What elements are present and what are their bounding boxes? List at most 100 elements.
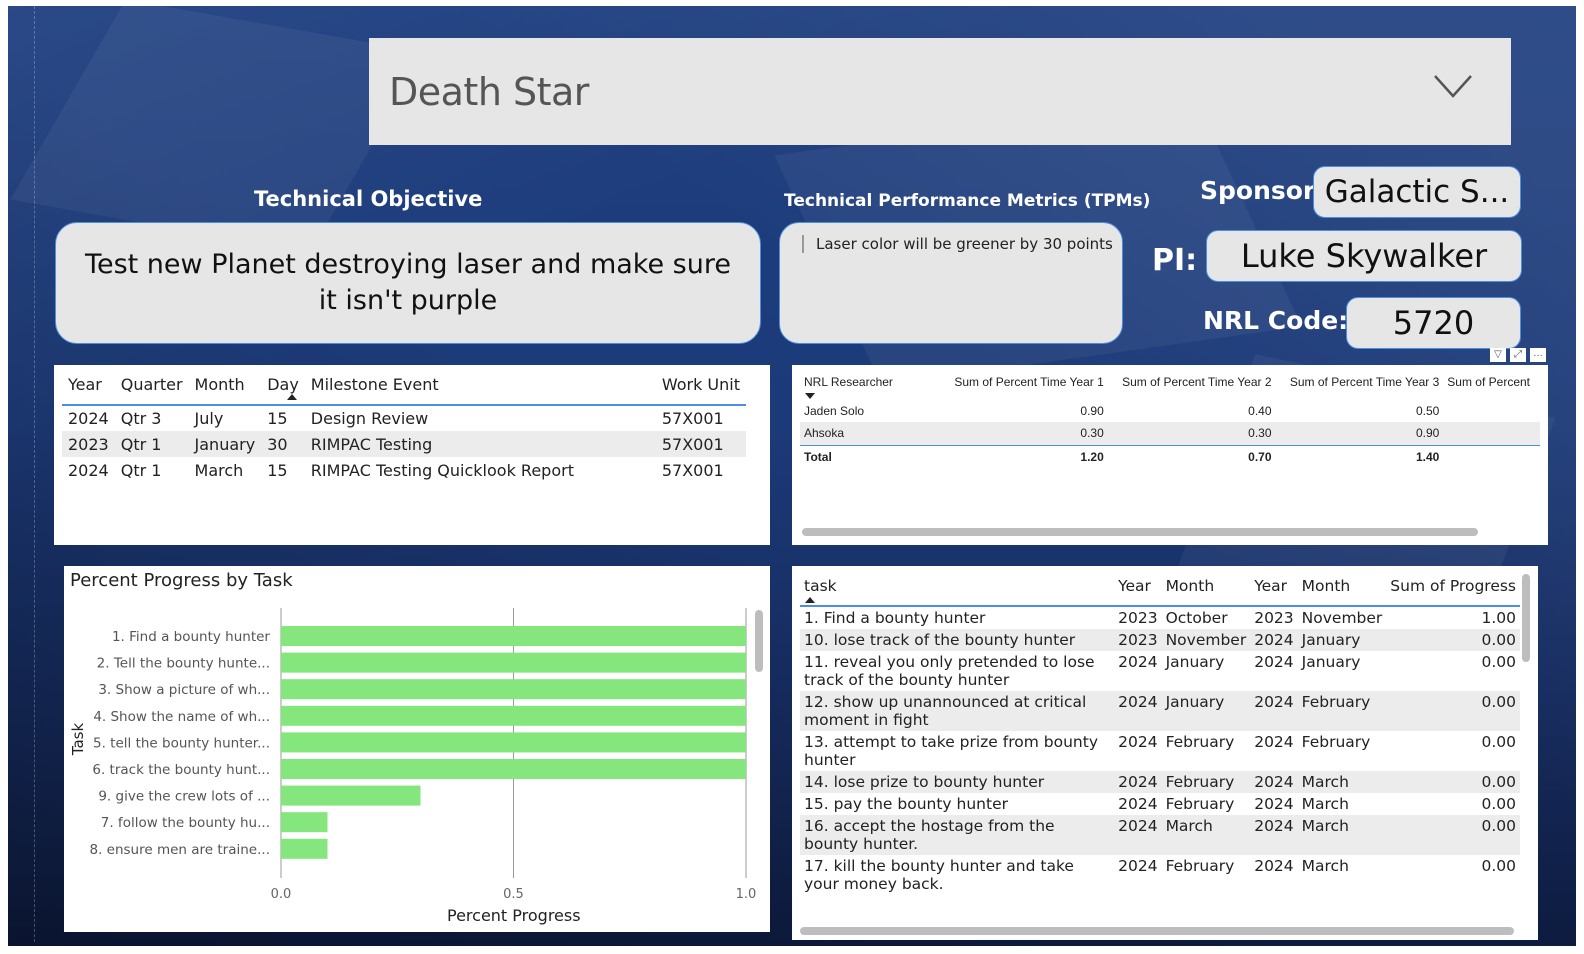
table-row[interactable]: 11. reveal you only pretended to lose tr… — [800, 651, 1520, 691]
cell-day: 30 — [261, 431, 305, 457]
cell-end-month: November — [1301, 609, 1383, 627]
y-category-label: 1. Find a bounty hunter — [112, 629, 270, 645]
nrl-code-label: NRL Code: — [1203, 306, 1349, 335]
table-row[interactable]: 15. pay the bounty hunter 2024 February 202… — [800, 793, 1520, 815]
progress-bar-chart: 0.0 0.5 1.0 1. Find a bounty hunter 2. Tell … — [89, 608, 757, 902]
table-row[interactable]: Ahsoka 0.30 0.30 0.90 — [800, 422, 1540, 445]
horizontal-scrollbar[interactable] — [800, 927, 1514, 935]
cell-start-year: 2024 — [1114, 691, 1162, 731]
horizontal-scrollbar[interactable] — [802, 528, 1478, 536]
sponsor-value: Galactic S... — [1324, 174, 1510, 210]
tpm-text: Laser color will be greener by 30 points — [802, 235, 1113, 253]
sponsor-label: Sponsor: — [1200, 176, 1326, 205]
cell-month: January — [188, 431, 262, 457]
cell-sum-of-progress: 0.00 — [1481, 795, 1516, 813]
table-row[interactable]: 2024 Qtr 1 March 15 RIMPAC Testing Quick… — [62, 457, 746, 483]
column-header-sum-of-percent[interactable]: Sum of Percent — [1443, 365, 1540, 399]
column-header-task[interactable]: task — [800, 566, 1114, 606]
focus-mode-icon[interactable]: ⤢ — [1510, 348, 1526, 362]
table-row[interactable]: 12. show up unannounced at critical mome… — [800, 691, 1520, 731]
column-header-end-year[interactable]: Year — [1250, 566, 1297, 606]
cell-year-1: 0.30 — [940, 422, 1108, 445]
cell-start-month: November — [1161, 629, 1251, 651]
column-header-end-month[interactable]: Month — [1298, 566, 1387, 606]
more-options-icon[interactable]: … — [1530, 348, 1546, 362]
cell-researcher: Jaden Solo — [804, 403, 865, 418]
bar[interactable] — [281, 785, 421, 806]
column-header-month[interactable]: Month — [189, 365, 262, 405]
bar[interactable] — [281, 759, 746, 779]
cell-start-month: February — [1165, 857, 1235, 875]
bar[interactable] — [281, 679, 746, 700]
cell-task: 15. pay the bounty hunter — [804, 795, 1008, 813]
cell-year-2: 0.30 — [1107, 422, 1276, 445]
bar[interactable] — [281, 652, 746, 673]
bar[interactable] — [281, 705, 746, 726]
total-year-1: 1.20 — [940, 444, 1108, 468]
filter-icon[interactable]: ▽ — [1490, 348, 1506, 362]
cell-start-year: 2024 — [1118, 857, 1158, 875]
researcher-table-panel: NRL Researcher Sum of Percent Time Year … — [792, 365, 1548, 545]
table-row[interactable]: 13. attempt to take prize from bounty hu… — [800, 731, 1520, 771]
x-tick-label: 1.0 — [736, 887, 757, 902]
chart-vertical-scrollbar[interactable] — [755, 610, 763, 672]
chevron-down-icon[interactable] — [1433, 66, 1473, 106]
cell-sum-of-percent — [1443, 422, 1540, 445]
sponsor-card: Galactic S... — [1313, 166, 1521, 218]
cell-quarter: Qtr 3 — [120, 409, 162, 428]
column-header-time-year-2[interactable]: Sum of Percent Time Year 2 — [1108, 365, 1276, 399]
cell-day: 15 — [267, 460, 288, 480]
column-header-start-year[interactable]: Year — [1114, 566, 1161, 606]
visual-header-toolbar: ▽ ⤢ … — [1490, 348, 1546, 362]
cell-start-year: 2024 — [1114, 815, 1162, 855]
bar[interactable] — [281, 626, 746, 646]
column-header-work-unit[interactable]: Work Unit — [656, 365, 746, 405]
sort-ascending-icon[interactable] — [287, 394, 297, 400]
column-header-sum-of-progress[interactable]: Sum of Progress — [1386, 566, 1520, 606]
cell-start-year: 2024 — [1118, 733, 1158, 751]
slicer-value: Death Star — [389, 69, 589, 114]
pi-card: Luke Skywalker — [1206, 230, 1522, 282]
sort-descending-icon[interactable] — [805, 393, 815, 399]
cell-start-month: January — [1161, 691, 1251, 731]
project-slicer-dropdown[interactable]: Death Star — [369, 38, 1511, 145]
vertical-scrollbar[interactable] — [1522, 574, 1530, 662]
y-category-label: 2. Tell the bounty hunte... — [97, 656, 270, 672]
cell-researcher: Ahsoka — [800, 422, 940, 445]
table-row[interactable]: 2024 Qtr 3 July 15 Design Review 57X001 — [62, 405, 746, 431]
table-row[interactable]: 1. Find a bounty hunter 2023 October 2023 No… — [800, 606, 1520, 629]
cell-quarter: Qtr 1 — [120, 460, 162, 480]
cell-sum-of-percent — [1443, 399, 1540, 422]
tpm-header: Technical Performance Metrics (TPMs) — [784, 191, 1151, 211]
table-row[interactable]: Jaden Solo 0.90 0.40 0.50 — [800, 399, 1540, 422]
cell-end-year: 2024 — [1254, 653, 1294, 671]
bar[interactable] — [281, 812, 328, 833]
table-row[interactable]: 17. kill the bounty hunter and take your… — [800, 855, 1520, 895]
column-header-day[interactable]: Day — [261, 365, 305, 405]
task-table: task Year Month Year Month Sum of Progre… — [800, 566, 1520, 895]
column-header-quarter[interactable]: Quarter — [115, 365, 189, 405]
cell-day: 15 — [267, 409, 288, 428]
cell-start-month: October — [1165, 609, 1228, 627]
cell-start-month: February — [1161, 771, 1251, 793]
y-category-label: 4. Show the name of wh... — [93, 709, 270, 725]
table-row[interactable]: 16. accept the hostage from the bounty h… — [800, 815, 1520, 855]
table-row[interactable]: 10. lose track of the bounty hunter 2023 N… — [800, 629, 1520, 651]
cell-month: July — [194, 409, 224, 428]
column-header-milestone-event[interactable]: Milestone Event — [305, 365, 656, 405]
cell-task: 12. show up unannounced at critical mome… — [800, 691, 1115, 731]
sort-ascending-icon[interactable] — [805, 597, 815, 603]
cell-milestone-event: Design Review — [310, 409, 429, 428]
column-header-time-year-1[interactable]: Sum of Percent Time Year 1 — [940, 365, 1108, 399]
bar[interactable] — [281, 732, 746, 753]
table-header-row: task Year Month Year Month Sum of Progre… — [800, 566, 1520, 606]
column-header-time-year-3[interactable]: Sum of Percent Time Year 3 — [1276, 365, 1444, 399]
column-header-nrl-researcher[interactable]: NRL Researcher — [800, 365, 940, 399]
column-header-year[interactable]: Year — [62, 365, 115, 405]
bar[interactable] — [281, 838, 328, 859]
column-header-start-month[interactable]: Month — [1162, 566, 1251, 606]
cell-work-unit: 57X001 — [661, 409, 724, 428]
table-row[interactable]: 2023 Qtr 1 January 30 RIMPAC Testing 57X… — [62, 431, 746, 457]
table-row[interactable]: 14. lose prize to bounty hunter 2024 Febru… — [800, 771, 1520, 793]
cell-end-year: 2024 — [1250, 629, 1298, 651]
